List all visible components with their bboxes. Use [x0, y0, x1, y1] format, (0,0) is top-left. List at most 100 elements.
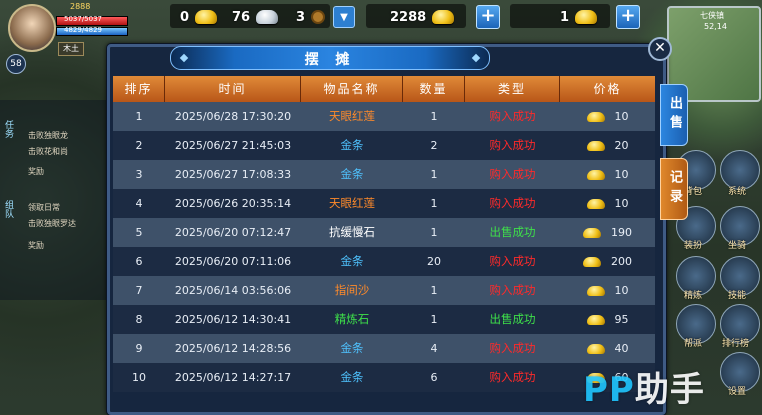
rank-cell: 10 — [132, 371, 146, 384]
price-cell: 10 — [560, 160, 655, 189]
tab-quest[interactable]: 任务 — [2, 120, 15, 138]
item-name-cell: 金条 — [340, 254, 364, 268]
quantity-cell: 20 — [427, 255, 441, 268]
price-cell: 10 — [560, 102, 655, 131]
quantity-cell: 4 — [430, 342, 438, 355]
time-cell: 2025/06/28 17:30:20 — [174, 110, 292, 123]
table-row[interactable]: 2 2025/06/27 21:45:03 金条 2 购入成功 20 — [113, 131, 655, 160]
table-row[interactable]: 9 2025/06/12 14:28:56 金条 4 购入成功 40 — [113, 334, 655, 363]
table-row[interactable]: 3 2025/06/27 17:08:33 金条 1 购入成功 10 — [113, 160, 655, 189]
time-cell: 2025/06/14 03:56:06 — [174, 284, 292, 297]
hp-text: 5037/5037 — [64, 15, 102, 23]
quest-line[interactable]: 击败独眼龙 — [28, 130, 68, 141]
quest-line[interactable]: 击败独眼罗达 — [28, 218, 76, 229]
price-value: 200 — [611, 255, 632, 268]
ingot-balance: 2288 — [390, 6, 455, 28]
copper-coin-amount: 3 — [296, 9, 306, 25]
table-row[interactable]: 1 2025/06/28 17:30:20 天眼红莲 1 购入成功 10 — [113, 102, 655, 131]
item-name-cell: 天眼红莲 — [329, 109, 375, 123]
quantity-cell: 1 — [430, 197, 438, 210]
column-header-rank: 排序 — [113, 76, 165, 102]
add-gold-button[interactable]: + — [616, 5, 640, 29]
quantity-cell: 1 — [430, 313, 438, 326]
quantity-cell: 1 — [430, 168, 438, 181]
column-header-item: 物品名称 — [301, 76, 403, 102]
gold-balance-amount: 1 — [560, 9, 570, 25]
quest-line[interactable]: 奖励 — [28, 166, 44, 177]
gold-ingot-icon — [195, 10, 218, 24]
gold-ingot-icon — [586, 198, 605, 209]
rank-cell: 2 — [135, 139, 143, 152]
type-cell: 购入成功 — [489, 138, 536, 152]
type-cell: 购入成功 — [489, 109, 536, 123]
rank-cell: 1 — [135, 110, 143, 123]
side-menu-label: 技能 — [728, 291, 747, 301]
table-row[interactable]: 8 2025/06/12 14:30:41 精炼石 1 出售成功 95 — [113, 305, 655, 334]
add-ingot-button[interactable]: + — [476, 5, 500, 29]
gold-ingot-icon — [586, 169, 605, 180]
item-name-cell: 金条 — [340, 167, 364, 181]
tab-record[interactable]: 记录 — [660, 158, 688, 220]
gold-ingot-icon — [586, 111, 605, 122]
table-row[interactable]: 4 2025/06/26 20:35:14 天眼红莲 1 购入成功 10 — [113, 189, 655, 218]
price-value: 10 — [614, 197, 629, 210]
chevron-down-icon[interactable]: ▼ — [333, 6, 355, 28]
price-value: 10 — [614, 284, 629, 297]
player-avatar[interactable] — [8, 4, 56, 52]
silver-ingot-resource: 76 — [232, 6, 279, 28]
tab-team[interactable]: 组队 — [2, 200, 15, 218]
type-cell: 购入成功 — [489, 196, 536, 210]
time-cell: 2025/06/20 07:11:06 — [174, 255, 292, 268]
quest-line[interactable]: 击败花和尚 — [28, 146, 68, 157]
quantity-cell: 6 — [430, 371, 438, 384]
gold-ingot-icon — [586, 343, 605, 354]
table-row[interactable]: 6 2025/06/20 07:11:06 金条 20 购入成功 200 — [113, 247, 655, 276]
quantity-cell: 2 — [430, 139, 438, 152]
quest-line[interactable]: 领取日常 — [28, 202, 60, 213]
side-menu-label: 精炼 — [684, 291, 703, 301]
time-cell: 2025/06/20 07:12:47 — [174, 226, 292, 239]
time-cell: 2025/06/12 14:30:41 — [174, 313, 292, 326]
type-cell: 购入成功 — [489, 254, 536, 268]
stall-record-table: 排序 时间 物品名称 数量 类型 价格 1 2025/06/28 17:30:20… — [113, 76, 655, 392]
quest-line[interactable]: 奖励 — [28, 240, 44, 251]
item-name-cell: 金条 — [340, 370, 364, 384]
price-value: 10 — [614, 110, 629, 123]
rank-cell: 6 — [135, 255, 143, 268]
column-header-type: 类型 — [465, 76, 560, 102]
rank-cell: 7 — [135, 284, 143, 297]
price-cell: 190 — [560, 218, 655, 247]
table-header: 排序 时间 物品名称 数量 类型 价格 — [113, 76, 655, 102]
quantity-cell: 1 — [430, 226, 438, 239]
gold-icon — [575, 10, 598, 24]
gold-ingot-icon — [586, 140, 605, 151]
price-value: 10 — [614, 168, 629, 181]
player-level-badge: 58 — [6, 54, 26, 74]
column-header-qty: 数量 — [403, 76, 465, 102]
rank-cell: 3 — [135, 168, 143, 181]
panel-title-bar: 摆 摊 — [170, 46, 490, 70]
side-menu-label: 帮派 — [684, 339, 703, 349]
gold-ingot-icon — [583, 227, 601, 238]
quantity-cell: 1 — [430, 110, 438, 123]
table-row[interactable]: 5 2025/06/20 07:12:47 抗缓慢石 1 出售成功 190 — [113, 218, 655, 247]
top-hud: 58 2888 5037/5037 4829/4829 木土 0 76 3 ▼ … — [0, 0, 762, 74]
ingot-balance-amount: 2288 — [390, 9, 427, 25]
time-cell: 2025/06/12 14:28:56 — [174, 342, 292, 355]
gold-ingot-icon — [586, 285, 605, 296]
watermark-prefix: PP — [583, 370, 635, 410]
copper-coin-resource: 3 — [296, 6, 326, 28]
type-cell: 购入成功 — [489, 370, 536, 384]
item-name-cell: 精炼石 — [334, 312, 370, 326]
item-name-cell: 金条 — [340, 138, 364, 152]
rank-cell: 9 — [135, 342, 143, 355]
type-cell: 购入成功 — [489, 167, 536, 181]
rank-cell: 4 — [135, 197, 143, 210]
table-row[interactable]: 7 2025/06/14 03:56:06 指间沙 1 购入成功 10 — [113, 276, 655, 305]
rank-cell: 5 — [135, 226, 143, 239]
table-row[interactable]: 10 2025/06/12 14:27:17 金条 6 购入成功 60 — [113, 363, 655, 392]
close-icon[interactable]: ✕ — [648, 37, 672, 61]
tab-sell[interactable]: 出售 — [660, 84, 688, 146]
player-top-text: 2888 — [70, 2, 91, 11]
ingot-icon — [432, 10, 455, 24]
